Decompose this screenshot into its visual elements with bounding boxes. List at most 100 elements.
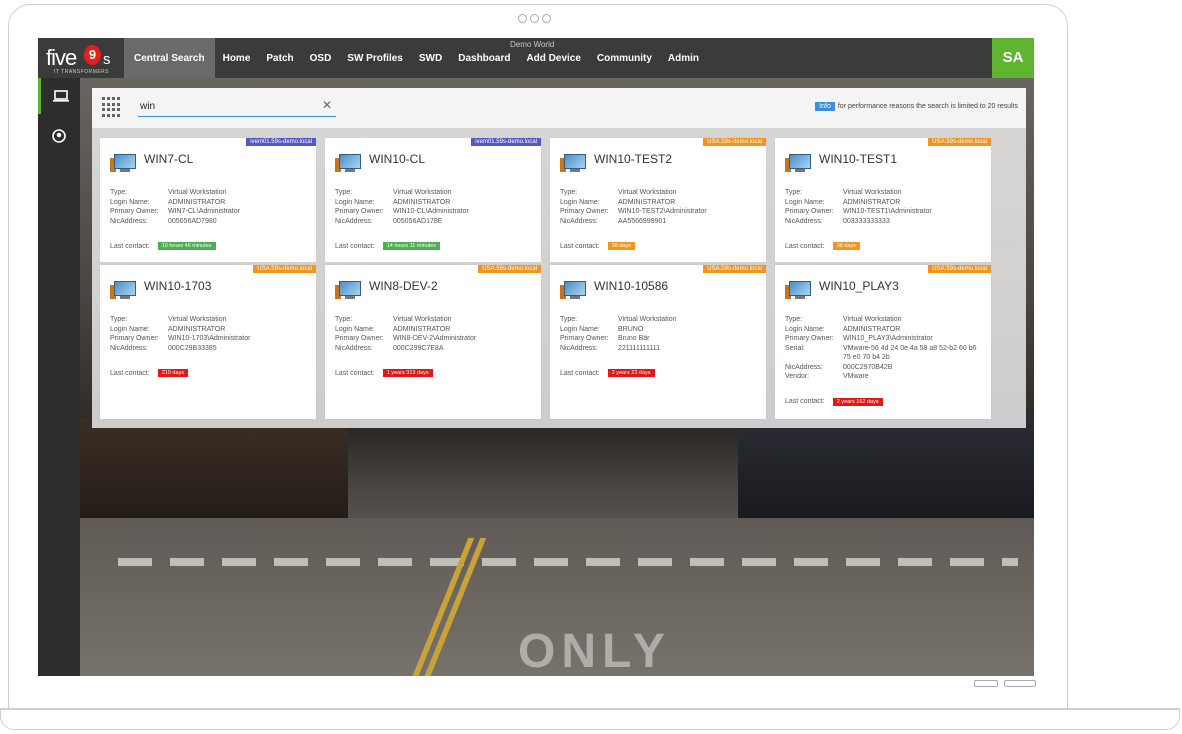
user-circle-icon: [52, 129, 66, 143]
detail-label: NicAddress:: [335, 344, 373, 352]
detail-label: NicAddress:: [560, 217, 598, 225]
nav-item-dashboard[interactable]: Dashboard: [450, 38, 518, 78]
detail-value: Virtual Workstation: [843, 189, 902, 196]
detail-row-serial: Serial: VMware-56 4d 24 0e 4a 58 a8 52-b2…: [785, 344, 983, 363]
last-contact: Last contact: 2 years 22 days: [560, 369, 655, 377]
device-name[interactable]: WIN10_PLAY3: [819, 279, 899, 293]
detail-row-type: Type: Virtual Workstation: [335, 188, 533, 198]
nav-item-osd[interactable]: OSD: [302, 38, 340, 78]
detail-label: Login Name:: [110, 325, 150, 333]
device-name[interactable]: WIN10-10586: [594, 279, 668, 293]
domain-badge: USA.59s-demo.local: [928, 265, 991, 273]
detail-row-nic: NicAddress: 005056AD7980: [110, 217, 308, 227]
domain-badge: USA.59s-demo.local: [478, 265, 541, 273]
device-card[interactable]: USA.59s-demo.local WIN10-TEST2 Type: Virt…: [550, 138, 766, 262]
detail-label: Login Name:: [335, 325, 375, 333]
detail-value: 000C2970B42B: [843, 363, 893, 371]
device-card[interactable]: USA.59s-demo.local WIN10-1703 Type: Virtu…: [100, 265, 316, 419]
detail-row-type: Type: Virtual Workstation: [560, 315, 758, 325]
last-contact: Last contact: 14 hours 11 minutes: [335, 242, 441, 250]
top-navigation: five 9 s IT TRANSFORMERS Central Search …: [38, 38, 1034, 78]
device-card[interactable]: USA.59s-demo.local WIN10-10586 Type: Virt…: [550, 265, 766, 419]
device-name[interactable]: WIN10-TEST2: [594, 152, 672, 166]
detail-value: Bruno Bär: [618, 335, 650, 342]
detail-label: Primary Owner:: [110, 335, 159, 342]
detail-row-nic: NicAddress: 005056AD178E: [335, 217, 533, 227]
device-name[interactable]: WIN8-DEV-2: [369, 279, 438, 293]
device-name[interactable]: WIN10-TEST1: [819, 152, 897, 166]
logo[interactable]: five 9 s IT TRANSFORMERS: [46, 41, 120, 75]
nav-item-central-search[interactable]: Central Search: [124, 38, 215, 78]
search-input[interactable]: [138, 96, 336, 117]
device-card[interactable]: ivem01.59s-demo.local WIN7-CL Type: Virtu…: [100, 138, 316, 262]
detail-value: WIN10-TEST1\Administrator: [843, 208, 932, 215]
detail-label: Type:: [785, 189, 803, 196]
avatar[interactable]: SA: [992, 38, 1034, 78]
detail-label: Primary Owner:: [785, 335, 834, 342]
device-card[interactable]: ivem01.59s-demo.local WIN10-CL Type: Virt…: [325, 138, 541, 262]
detail-value: Virtual Workstation: [168, 316, 227, 323]
detail-row-nic: NicAddress: 000C2970B42B: [785, 363, 983, 373]
detail-row-login: Login Name: ADMINISTRATOR: [110, 198, 308, 208]
device-details: Type: Virtual Workstation Login Name: ADMIN…: [110, 315, 308, 353]
detail-value: 005056AD178E: [393, 217, 443, 225]
detail-row-owner: Primary Owner: WIN10-1703\Administrator: [110, 334, 308, 344]
sidebar-item-users[interactable]: [38, 118, 80, 154]
nav-item-admin[interactable]: Admin: [660, 38, 707, 78]
info-text: for performance reasons the search is li…: [837, 103, 1018, 110]
detail-row-type: Type: Virtual Workstation: [785, 188, 983, 198]
apps-grid-icon[interactable]: [102, 97, 122, 117]
domain-badge: USA.59s-demo.local: [703, 138, 766, 146]
nav-item-community[interactable]: Community: [589, 38, 660, 78]
last-contact: Last contact: 1 years 313 days: [335, 369, 433, 377]
sidebar-item-devices[interactable]: [38, 78, 80, 114]
detail-row-nic: NicAddress: 000C299C7E8A: [335, 344, 533, 354]
detail-label: Login Name:: [110, 198, 150, 206]
workstation-icon: [335, 281, 361, 301]
detail-value: Virtual Workstation: [168, 189, 227, 196]
nav-menu: Central Search Home Patch OSD SW Profile…: [124, 38, 707, 78]
street-marking: ONLY: [518, 625, 671, 676]
sidebar: [38, 78, 80, 676]
detail-value: Virtual Workstation: [618, 316, 677, 323]
detail-label: NicAddress:: [110, 344, 148, 352]
last-contact: Last contact: 210 days: [110, 369, 189, 377]
last-contact-label: Last contact:: [335, 369, 375, 377]
domain-badge: ivem01.59s-demo.local: [471, 138, 541, 146]
detail-row-type: Type: Virtual Workstation: [560, 188, 758, 198]
detail-label: Primary Owner:: [335, 208, 384, 215]
nav-item-patch[interactable]: Patch: [258, 38, 301, 78]
nav-item-home[interactable]: Home: [215, 38, 259, 78]
nav-item-swd[interactable]: SWD: [411, 38, 450, 78]
detail-value: ADMINISTRATOR: [843, 325, 901, 333]
workstation-icon: [110, 281, 136, 301]
detail-label: NicAddress:: [110, 217, 148, 225]
search-info: Info for performance reasons the search …: [815, 102, 1018, 111]
detail-label: Login Name:: [335, 198, 375, 206]
device-name[interactable]: WIN7-CL: [144, 152, 193, 166]
last-contact: Last contact: 10 hours 46 minutes: [110, 242, 216, 250]
detail-value: ADMINISTRATOR: [843, 198, 901, 206]
last-contact-badge: 1 years 313 days: [382, 369, 433, 377]
device-card[interactable]: USA.59s-demo.local WIN10_PLAY3 Type: Virt…: [775, 265, 991, 419]
device-card[interactable]: USA.59s-demo.local WIN8-DEV-2 Type: Virtu…: [325, 265, 541, 419]
nav-item-sw-profiles[interactable]: SW Profiles: [339, 38, 411, 78]
detail-row-login: Login Name: ADMINISTRATOR: [560, 198, 758, 208]
device-name[interactable]: WIN10-1703: [144, 279, 211, 293]
detail-row-owner: Primary Owner: WIN7-CL\Administrator: [110, 207, 308, 217]
detail-row-type: Type: Virtual Workstation: [335, 315, 533, 325]
detail-row-login: Login Name: ADMINISTRATOR: [335, 325, 533, 335]
last-contact: Last contact: 2 years 162 days: [785, 397, 883, 406]
detail-row-nic: NicAddress: 000C29B33385: [110, 344, 308, 354]
logo-subtitle: IT TRANSFORMERS: [54, 69, 110, 75]
workstation-icon: [785, 281, 811, 301]
clear-search-icon[interactable]: ✕: [322, 98, 332, 112]
device-card[interactable]: USA.59s-demo.local WIN10-TEST1 Type: Virt…: [775, 138, 991, 262]
device-details: Type: Virtual Workstation Login Name: ADMIN…: [560, 188, 758, 226]
camera-icon: [518, 14, 551, 23]
detail-label: Primary Owner:: [110, 208, 159, 215]
detail-label: Login Name:: [785, 198, 825, 206]
device-details: Type: Virtual Workstation Login Name: BRUNO…: [560, 315, 758, 353]
device-name[interactable]: WIN10-CL: [369, 152, 425, 166]
device-details: Type: Virtual Workstation Login Name: ADMIN…: [785, 315, 983, 382]
